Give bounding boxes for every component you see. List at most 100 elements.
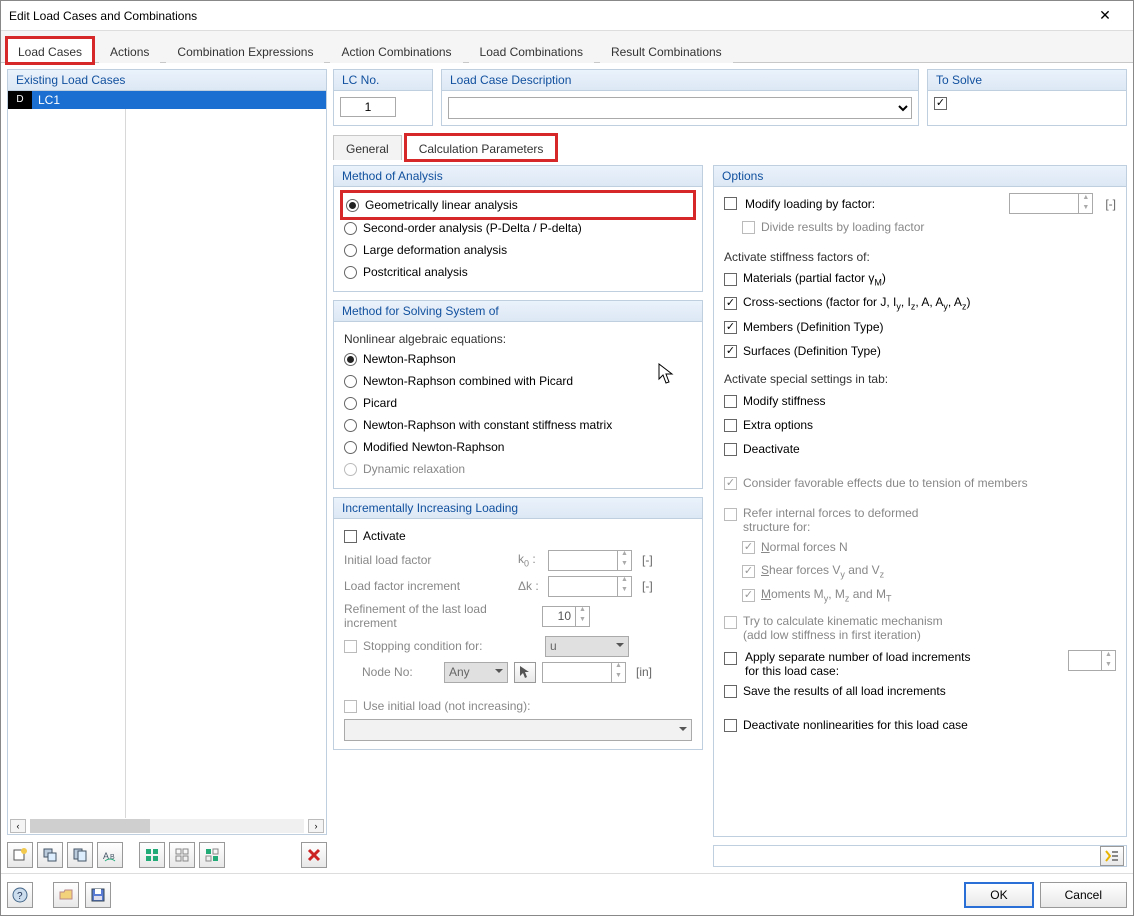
lc-no-input[interactable] xyxy=(340,97,396,117)
to-solve-header: To Solve xyxy=(928,70,1126,91)
scroll-left-icon[interactable]: ‹ xyxy=(10,819,26,833)
node-no-select: Any xyxy=(444,662,508,683)
kinematic-row: Try to calculate kinematic mechanism(add… xyxy=(724,614,1116,642)
radio-newton-raphson[interactable]: Newton-Raphson xyxy=(344,348,692,370)
lc-desc-header: Load Case Description xyxy=(442,70,918,91)
extra-options-check[interactable]: Extra options xyxy=(724,414,1116,436)
load-case-name: LC1 xyxy=(32,93,122,107)
main-tabs: Load Cases Actions Combination Expressio… xyxy=(1,31,1133,63)
rename-button[interactable]: AB xyxy=(97,842,123,868)
radio-large-deformation[interactable]: Large deformation analysis xyxy=(344,239,692,261)
radio-label: Dynamic relaxation xyxy=(363,462,465,476)
refer-forces-row: Refer internal forces to deformedstructu… xyxy=(724,506,1116,534)
radio-second-order[interactable]: Second-order analysis (P-Delta / P-delta… xyxy=(344,217,692,239)
radio-nr-picard[interactable]: Newton-Raphson combined with Picard xyxy=(344,370,692,392)
refine-input: ▲▼ xyxy=(542,606,590,627)
nonlinear-sub: Nonlinear algebraic equations: xyxy=(344,332,692,346)
lc-no-header: LC No. xyxy=(334,70,432,91)
load-case-row[interactable]: D LC1 xyxy=(8,91,326,109)
to-solve-checkbox[interactable] xyxy=(934,97,947,110)
titlebar: Edit Load Cases and Combinations ✕ xyxy=(1,1,1133,31)
surfaces-check[interactable]: Surfaces (Definition Type) xyxy=(724,340,1116,362)
init-factor-row: Initial load factor k0 : ▲▼ [-] xyxy=(344,547,692,573)
activate-checkbox-row[interactable]: Activate xyxy=(344,525,692,547)
tab-load-cases[interactable]: Load Cases xyxy=(7,38,93,63)
mod-load-input: ▲▼ xyxy=(1009,193,1093,214)
tab-actions[interactable]: Actions xyxy=(99,38,160,63)
scroll-right-icon[interactable]: › xyxy=(308,819,324,833)
tab-load-combinations[interactable]: Load Combinations xyxy=(469,38,594,63)
stop-cond-check xyxy=(344,640,357,653)
node-val-input: ▲▼ xyxy=(542,662,626,683)
existing-load-cases-header: Existing Load Cases xyxy=(8,70,326,91)
radio-label: Newton-Raphson with constant stiffness m… xyxy=(363,418,612,432)
radio-label: Large deformation analysis xyxy=(363,243,507,257)
radio-mod-nr[interactable]: Modified Newton-Raphson xyxy=(344,436,692,458)
sep-inc-check[interactable] xyxy=(724,652,737,665)
refine-row: Refinement of the last load increment ▲▼ xyxy=(344,599,692,633)
radio-geom-linear[interactable]: Geometrically linear analysis xyxy=(344,194,692,216)
options-header: Options xyxy=(714,166,1126,187)
delete-button[interactable] xyxy=(301,842,327,868)
cascade-button[interactable] xyxy=(37,842,63,868)
new-button[interactable] xyxy=(7,842,33,868)
method-analysis-header: Method of Analysis xyxy=(334,166,702,187)
div-results-row: Divide results by loading factor xyxy=(724,216,1116,238)
moments-row: Moments My, Mz and MT xyxy=(724,584,1116,606)
stop-cond-select: u xyxy=(545,636,629,657)
init-factor-input: ▲▼ xyxy=(548,550,632,571)
radio-dynamic-relax: Dynamic relaxation xyxy=(344,458,692,480)
radio-label: Second-order analysis (P-Delta / P-delta… xyxy=(363,221,582,235)
mod-stiff-check[interactable]: Modify stiffness xyxy=(724,390,1116,412)
pick-node-button xyxy=(514,662,536,683)
normal-n-row: NNormal forces Normal forces N xyxy=(724,536,1116,558)
fav-tension-row: Consider favorable effects due to tensio… xyxy=(724,472,1116,494)
details-button[interactable] xyxy=(1100,846,1124,866)
sep-inc-input: ▲▼ xyxy=(1068,650,1116,671)
radio-label: Postcritical analysis xyxy=(363,265,468,279)
deact-nl-check[interactable]: Deactivate nonlinearities for this load … xyxy=(724,714,1116,736)
load-case-tag: D xyxy=(8,91,32,109)
subtab-calculation-parameters[interactable]: Calculation Parameters xyxy=(406,135,557,160)
radio-label: Newton-Raphson xyxy=(363,352,456,366)
ok-button[interactable]: OK xyxy=(964,882,1033,908)
activate-label: Activate xyxy=(363,529,406,543)
save-results-check[interactable]: Save the results of all load increments xyxy=(724,680,1116,702)
load-case-grid[interactable] xyxy=(8,109,326,818)
members-check[interactable]: Members (Definition Type) xyxy=(724,316,1116,338)
open-file-button[interactable] xyxy=(53,882,79,908)
select-all-button[interactable] xyxy=(139,842,165,868)
use-initial-check xyxy=(344,700,357,713)
radio-label: Picard xyxy=(363,396,397,410)
inc-loading-header: Incrementally Increasing Loading xyxy=(334,498,702,519)
subtab-general[interactable]: General xyxy=(333,135,402,160)
radio-nr-const-stiff[interactable]: Newton-Raphson with constant stiffness m… xyxy=(344,414,692,436)
radio-postcritical[interactable]: Postcritical analysis xyxy=(344,261,692,283)
use-initial-select xyxy=(344,719,692,741)
lc-desc-select[interactable] xyxy=(448,97,912,119)
svg-text:?: ? xyxy=(17,891,23,902)
materials-check[interactable]: Materials (partial factor γM) xyxy=(724,268,1116,290)
copy-button[interactable] xyxy=(67,842,93,868)
tab-combination-expressions[interactable]: Combination Expressions xyxy=(166,38,324,63)
deselect-all-button[interactable] xyxy=(169,842,195,868)
mod-load-check[interactable] xyxy=(724,197,737,210)
cancel-button[interactable]: Cancel xyxy=(1040,882,1127,908)
radio-picard[interactable]: Picard xyxy=(344,392,692,414)
help-button[interactable]: ? xyxy=(7,882,33,908)
deactivate-check[interactable]: Deactivate xyxy=(724,438,1116,460)
cross-sections-check[interactable]: Cross-sections (factor for J, Iy, Iz, A,… xyxy=(724,292,1116,314)
unit-dash: [-] xyxy=(1105,197,1116,211)
radio-label: Modified Newton-Raphson xyxy=(363,440,504,454)
close-icon[interactable]: ✕ xyxy=(1085,7,1125,24)
invert-button[interactable] xyxy=(199,842,225,868)
tab-action-combinations[interactable]: Action Combinations xyxy=(330,38,462,63)
window-title: Edit Load Cases and Combinations xyxy=(9,9,1085,23)
use-initial-row: Use initial load (not increasing): xyxy=(344,693,692,719)
radio-label: Newton-Raphson combined with Picard xyxy=(363,374,573,388)
tab-result-combinations[interactable]: Result Combinations xyxy=(600,38,733,63)
horizontal-scrollbar[interactable]: ‹ › xyxy=(8,818,326,834)
load-inc-input: ▲▼ xyxy=(548,576,632,597)
save-file-button[interactable] xyxy=(85,882,111,908)
left-toolbar: AB xyxy=(7,839,327,867)
